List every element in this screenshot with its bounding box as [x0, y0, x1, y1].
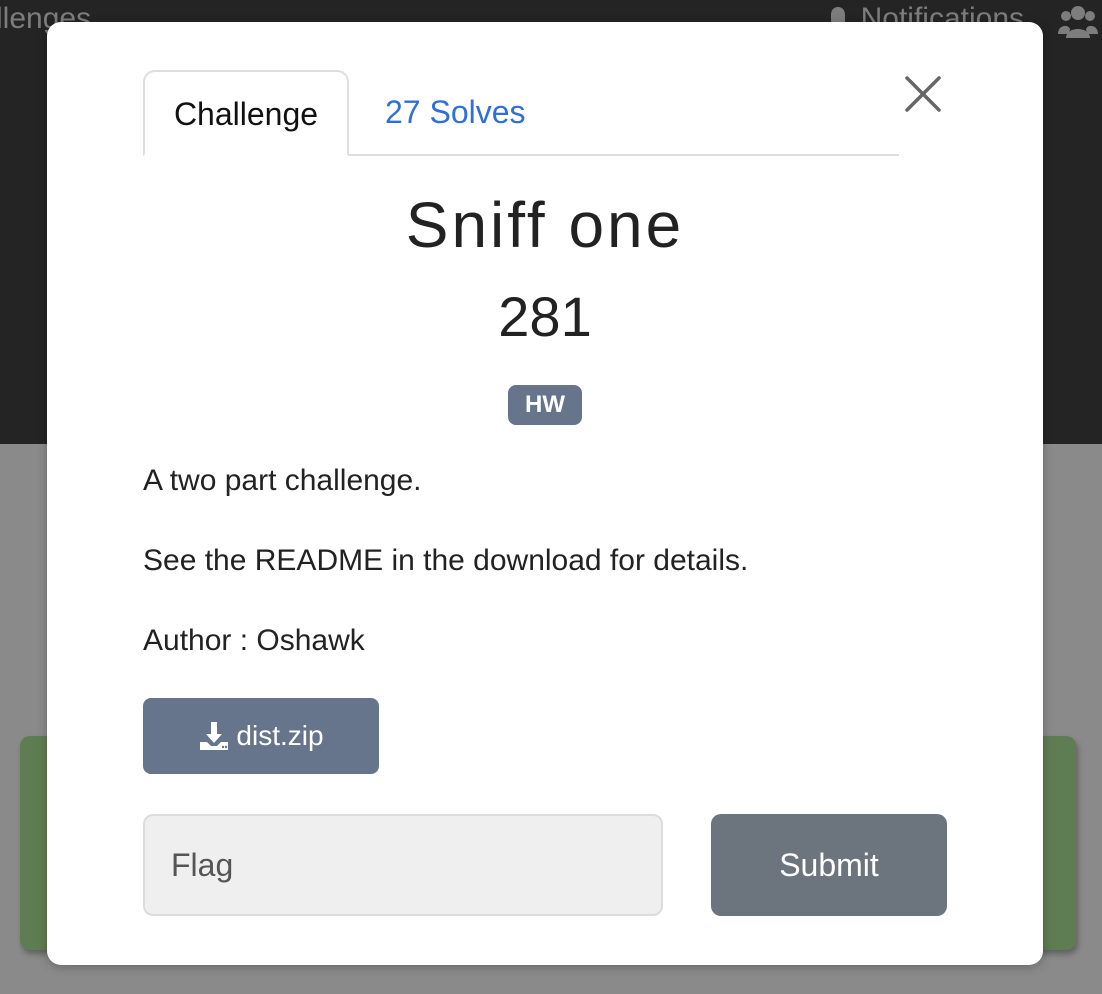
submit-button[interactable]: Submit [711, 814, 947, 916]
tab-solves[interactable]: 27 Solves [385, 70, 526, 154]
modal-tabs: Challenge 27 Solves [143, 70, 899, 156]
users-icon [1058, 6, 1098, 38]
challenge-modal: Challenge 27 Solves Sniff one 281 HW A t… [47, 22, 1043, 965]
page: llenges Notifications Challenge 27 Solve… [0, 0, 1102, 994]
download-file-button[interactable]: dist.zip [143, 698, 379, 774]
challenge-points: 281 [498, 285, 592, 348]
close-button[interactable] [903, 74, 943, 114]
description-line: A two part challenge. [143, 464, 422, 497]
close-icon [905, 76, 941, 112]
download-icon [200, 722, 229, 750]
download-file-label: dist.zip [236, 720, 324, 751]
flag-input[interactable] [143, 814, 663, 916]
author-line: Author : Oshawk [143, 624, 365, 657]
category-badge: HW [508, 385, 582, 425]
description-line: See the README in the download for detai… [143, 544, 749, 577]
challenge-title: Sniff one [405, 189, 685, 261]
tab-challenge[interactable]: Challenge [143, 70, 349, 156]
